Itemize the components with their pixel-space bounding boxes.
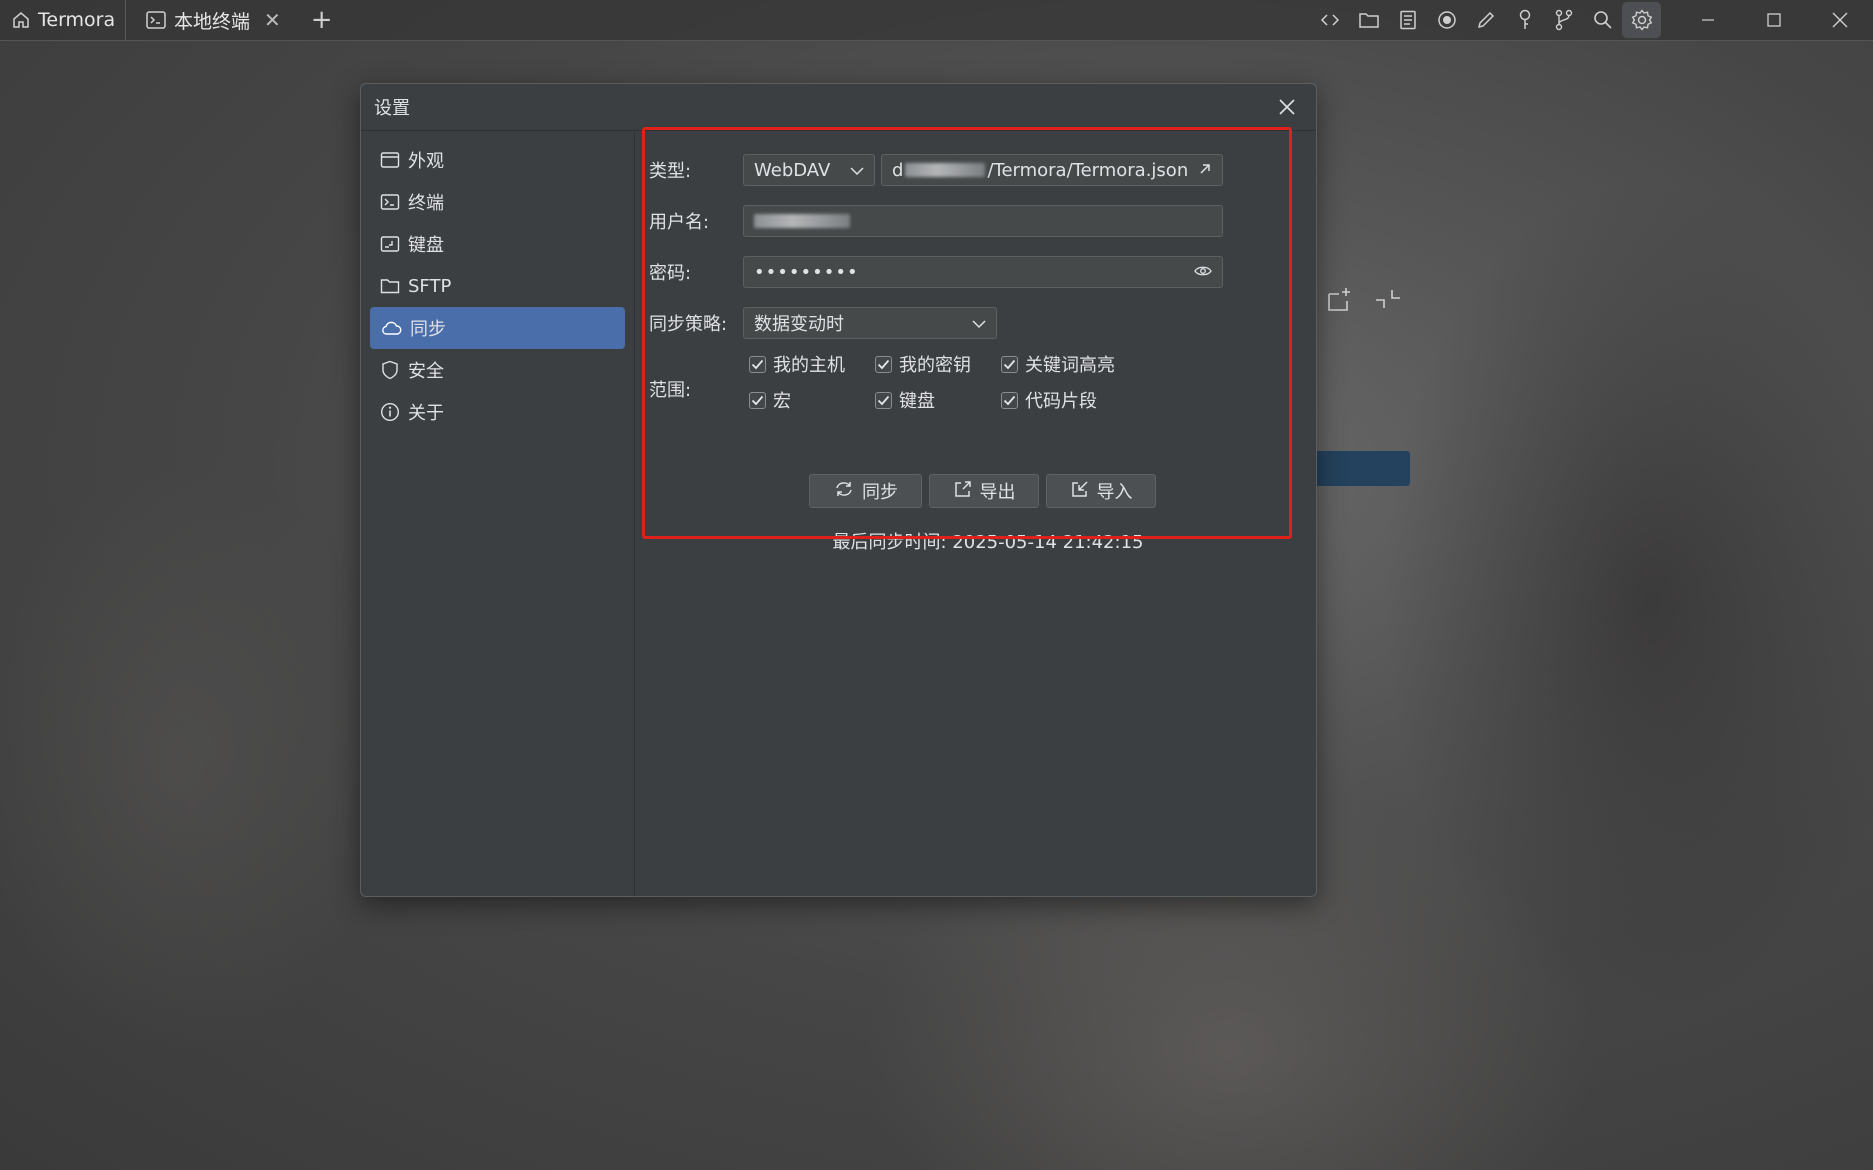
sidebar-item-label: 外观 [408,151,444,172]
cloud-icon [380,319,402,337]
sidebar-item-label: 键盘 [408,235,444,256]
terminal-icon [380,193,400,211]
git-branch-icon[interactable] [1544,2,1583,38]
sidebar-item-sync[interactable]: 同步 [370,307,625,349]
terminal-icon [146,11,166,29]
close-window-button[interactable] [1807,2,1873,38]
sidebar-item-sftp[interactable]: SFTP [370,265,625,307]
sidebar-item-label: SFTP [408,275,452,297]
top-tab-bar: Termora 本地终端 ✕ + [0,0,1873,41]
gear-icon[interactable] [1622,2,1661,38]
tab-label: 本地终端 [174,10,251,33]
maximize-button[interactable] [1741,2,1807,38]
sidebar-item-label: 终端 [408,193,444,214]
sidebar-item-keyboard[interactable]: 键盘 [370,223,625,265]
sidebar-item-label: 同步 [410,319,446,340]
code-icon[interactable] [1310,2,1349,38]
background-button [1312,451,1410,486]
window-icon [380,151,400,169]
search-icon[interactable] [1583,2,1622,38]
new-window-icon[interactable] [1325,286,1353,318]
annotation-highlight-box [642,127,1292,539]
sidebar-item-about[interactable]: 关于 [370,391,625,433]
tab-local-terminal[interactable]: 本地终端 ✕ [126,0,293,40]
folder-icon [380,277,400,295]
collapse-icon[interactable] [1374,286,1402,318]
sidebar-item-terminal[interactable]: 终端 [370,181,625,223]
close-icon[interactable]: ✕ [264,8,281,32]
sidebar-item-appearance[interactable]: 外观 [370,139,625,181]
close-icon[interactable] [1274,94,1300,120]
home-icon [12,11,30,29]
sidebar-item-label: 关于 [408,403,444,424]
notes-icon[interactable] [1388,2,1427,38]
key-pin-icon[interactable] [1505,2,1544,38]
keyboard-icon [380,235,400,253]
sidebar-item-label: 安全 [408,361,444,382]
settings-sidebar: 外观 终端 键盘 SFTP 同步 安全 关于 [361,131,635,896]
folder-icon[interactable] [1349,2,1388,38]
add-tab-button[interactable]: + [311,7,333,33]
record-icon[interactable] [1427,2,1466,38]
tab-label: Termora [38,9,116,31]
dialog-title-bar: 设置 [361,84,1316,131]
pencil-icon[interactable] [1466,2,1505,38]
shield-icon [380,360,400,380]
info-icon [380,402,400,422]
sidebar-item-security[interactable]: 安全 [370,349,625,391]
minimize-button[interactable] [1675,2,1741,38]
tab-termora[interactable]: Termora [0,0,126,40]
dialog-title: 设置 [374,98,410,119]
